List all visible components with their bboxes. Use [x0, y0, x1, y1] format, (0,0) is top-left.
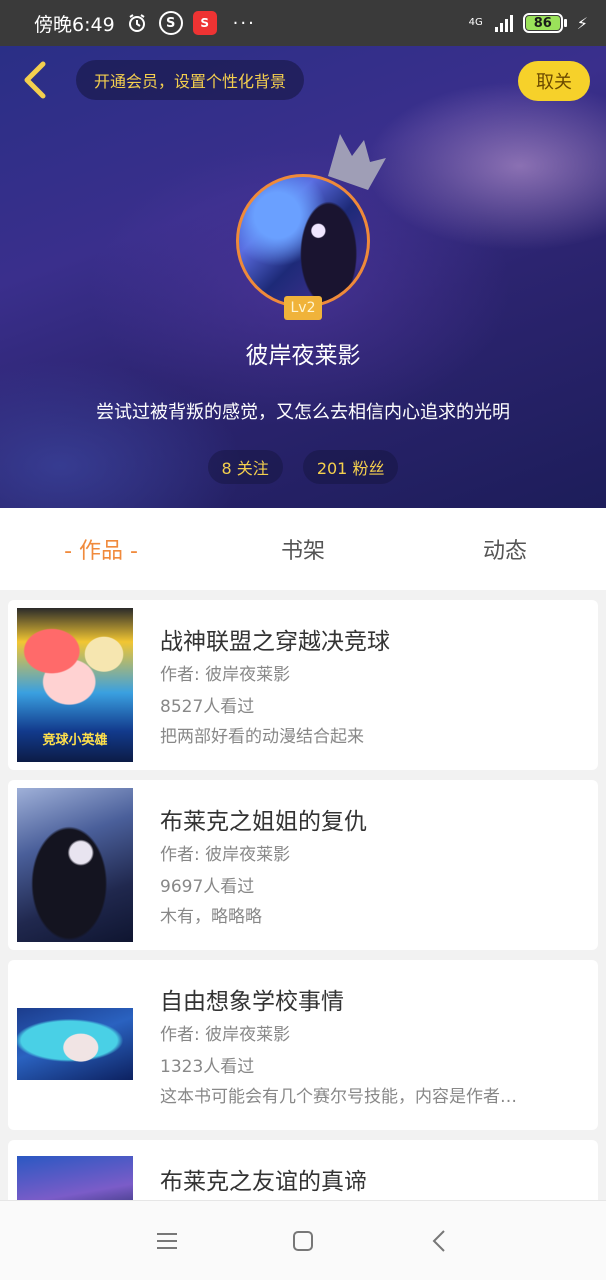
followers-count[interactable]: 201 粉丝: [302, 450, 399, 484]
status-bar: 傍晚6:49 S S ··· 4G 86 ⚡: [0, 0, 606, 46]
app-icon: S: [192, 11, 217, 35]
back-arrow-icon: [432, 1229, 445, 1252]
charging-icon: ⚡: [576, 13, 588, 33]
username: 彼岸夜莱影: [245, 343, 361, 369]
work-cover: [17, 788, 133, 942]
s-icon: S: [158, 11, 183, 35]
work-description: 这本书可能会有几个赛尔号技能，内容是作者…: [160, 1087, 517, 1107]
battery-icon: 86: [522, 13, 567, 33]
avatar-image: [236, 174, 370, 308]
menu-icon: [157, 1232, 177, 1249]
work-author: 作者: 彼岸夜莱影: [160, 845, 291, 865]
tab-works[interactable]: - 作品 -: [0, 508, 202, 590]
work-title: 布莱克之友谊的真谛: [160, 1169, 367, 1195]
more-notifications-icon: ···: [232, 12, 256, 34]
following-count[interactable]: 8 关注: [207, 450, 283, 484]
work-description: 木有，略略略: [160, 907, 262, 927]
crown-icon: [328, 134, 386, 190]
network-type: 4G: [468, 17, 483, 28]
work-card[interactable]: 自由想象学校事情 作者: 彼岸夜莱影 1323人看过 这本书可能会有几个赛尔号技…: [8, 960, 598, 1130]
home-square-icon: [293, 1230, 313, 1251]
menu-button[interactable]: [147, 1221, 187, 1261]
work-views: 9697人看过: [160, 877, 255, 897]
alarm-icon: [125, 11, 149, 35]
profile-tabs: - 作品 - 书架 动态: [0, 508, 606, 590]
system-back-button[interactable]: [419, 1221, 459, 1261]
work-views: 8527人看过: [160, 697, 255, 717]
signal-icon: [494, 14, 513, 32]
work-author: 作者: 彼岸夜莱影: [160, 1025, 291, 1045]
work-author: 作者: 彼岸夜莱影: [160, 665, 291, 685]
works-list: 竞球小英雄 战神联盟之穿越决竞球 作者: 彼岸夜莱影 8527人看过 把两部好看…: [0, 590, 606, 1200]
profile-header: 开通会员，设置个性化背景 取关 Lv2 彼岸夜莱影 尝试过被背叛的感觉，又怎么去…: [0, 46, 606, 508]
tab-activity[interactable]: 动态: [404, 508, 606, 590]
work-card[interactable]: 布莱克之友谊的真谛: [8, 1140, 598, 1200]
work-cover: 竞球小英雄: [17, 608, 133, 762]
system-nav-bar: [0, 1200, 606, 1280]
work-description: 把两部好看的动漫结合起来: [160, 727, 364, 747]
work-title: 自由想象学校事情: [160, 989, 344, 1015]
avatar[interactable]: [236, 174, 370, 308]
tab-bookshelf[interactable]: 书架: [202, 508, 404, 590]
work-cover: [17, 1008, 133, 1080]
work-views: 1323人看过: [160, 1057, 255, 1077]
unfollow-button[interactable]: 取关: [518, 61, 590, 101]
home-button[interactable]: [283, 1221, 323, 1261]
level-badge: Lv2: [284, 296, 322, 320]
user-bio: 尝试过被背叛的感觉，又怎么去相信内心追求的光明: [96, 402, 510, 423]
back-button[interactable]: [14, 58, 54, 102]
status-time: 傍晚6:49: [34, 13, 115, 36]
battery-level: 86: [525, 16, 560, 31]
cover-title: 竞球小英雄: [42, 733, 108, 748]
work-cover: [17, 1156, 133, 1200]
work-card[interactable]: 竞球小英雄 战神联盟之穿越决竞球 作者: 彼岸夜莱影 8527人看过 把两部好看…: [8, 600, 598, 770]
work-card[interactable]: 布莱克之姐姐的复仇 作者: 彼岸夜莱影 9697人看过 木有，略略略: [8, 780, 598, 950]
work-title: 战神联盟之穿越决竞球: [160, 629, 390, 655]
vip-background-prompt[interactable]: 开通会员，设置个性化背景: [76, 60, 305, 100]
work-title: 布莱克之姐姐的复仇: [160, 809, 367, 835]
chevron-left-icon: [24, 61, 46, 99]
